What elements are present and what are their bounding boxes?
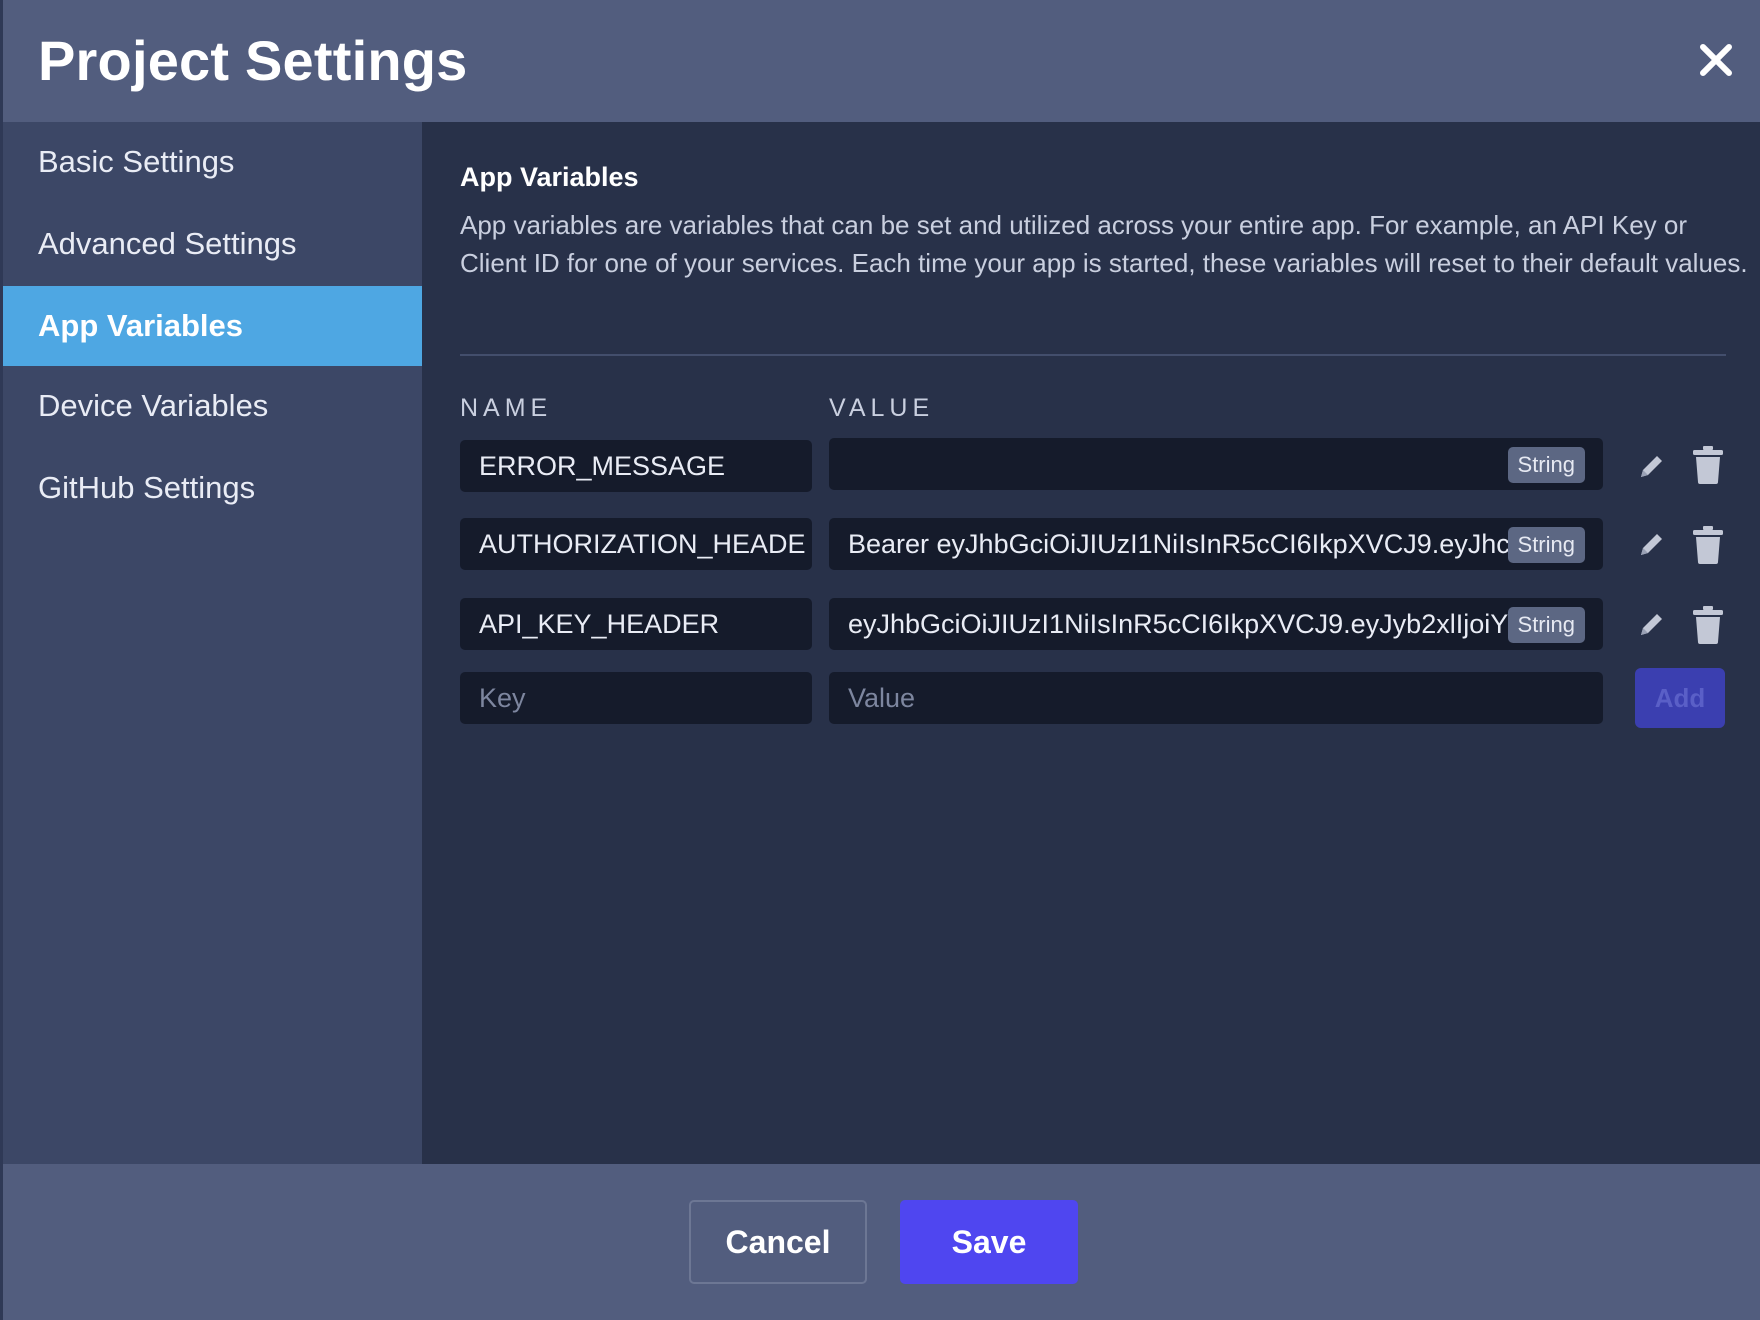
add-variable-button[interactable]: Add [1635,668,1725,728]
save-button[interactable]: Save [900,1200,1078,1284]
section-description: App variables are variables that can be … [460,210,1748,278]
trash-icon[interactable] [1692,446,1724,484]
sidebar-item-device-variables[interactable]: Device Variables [3,366,422,446]
variable-name-text: AUTHORIZATION_HEADE [479,529,806,559]
dialog-header: Project Settings [3,0,1760,122]
sidebar-item-app-variables[interactable]: App Variables [3,286,422,366]
type-badge: String [1507,607,1585,643]
app-variables-panel: App Variables App variables are variable… [422,122,1760,1164]
new-key-input[interactable]: Key [460,672,812,724]
pencil-icon[interactable] [1638,530,1666,558]
variable-name-text: API_KEY_HEADER [479,609,720,639]
variable-name-text: ERROR_MESSAGE [479,451,726,481]
type-badge: String [1507,447,1585,483]
section-title: App Variables [460,162,639,192]
new-value-input[interactable]: Value [829,672,1603,724]
variable-value-field[interactable]: String [829,438,1603,490]
variable-value-text: eyJhbGciOiJIUzI1NiIsInR5cCI6IkpXVCJ9.eyJ… [848,609,1509,639]
sidebar-item-github-settings[interactable]: GitHub Settings [3,448,422,528]
variable-value-field[interactable]: Bearer eyJhbGciOiJIUzI1NiIsInR5cCI6IkpXV… [829,518,1603,570]
trash-icon[interactable] [1692,606,1724,644]
dialog-title: Project Settings [38,29,468,92]
pencil-icon[interactable] [1638,452,1666,480]
divider [460,354,1726,356]
column-header-value: VALUE [829,394,935,422]
dialog-footer: Cancel Save [3,1164,1760,1320]
project-settings-dialog: Project Settings Basic Settings Advanced… [0,0,1760,1320]
sidebar-item-basic-settings[interactable]: Basic Settings [3,122,422,202]
variable-name-field[interactable]: ERROR_MESSAGE [460,440,812,492]
variable-name-field[interactable]: AUTHORIZATION_HEADE [460,518,812,570]
variable-value-text: Bearer eyJhbGciOiJIUzI1NiIsInR5cCI6IkpXV… [848,529,1510,559]
column-header-name: NAME [460,394,553,422]
pencil-icon[interactable] [1638,610,1666,638]
variable-value-field[interactable]: eyJhbGciOiJIUzI1NiIsInR5cCI6IkpXVCJ9.eyJ… [829,598,1603,650]
settings-sidebar: Basic Settings Advanced Settings App Var… [3,122,422,1164]
type-badge: String [1507,527,1585,563]
cancel-button[interactable]: Cancel [689,1200,867,1284]
sidebar-item-advanced-settings[interactable]: Advanced Settings [3,204,422,284]
variable-name-field[interactable]: API_KEY_HEADER [460,598,812,650]
close-icon[interactable] [1696,40,1736,80]
trash-icon[interactable] [1692,526,1724,564]
